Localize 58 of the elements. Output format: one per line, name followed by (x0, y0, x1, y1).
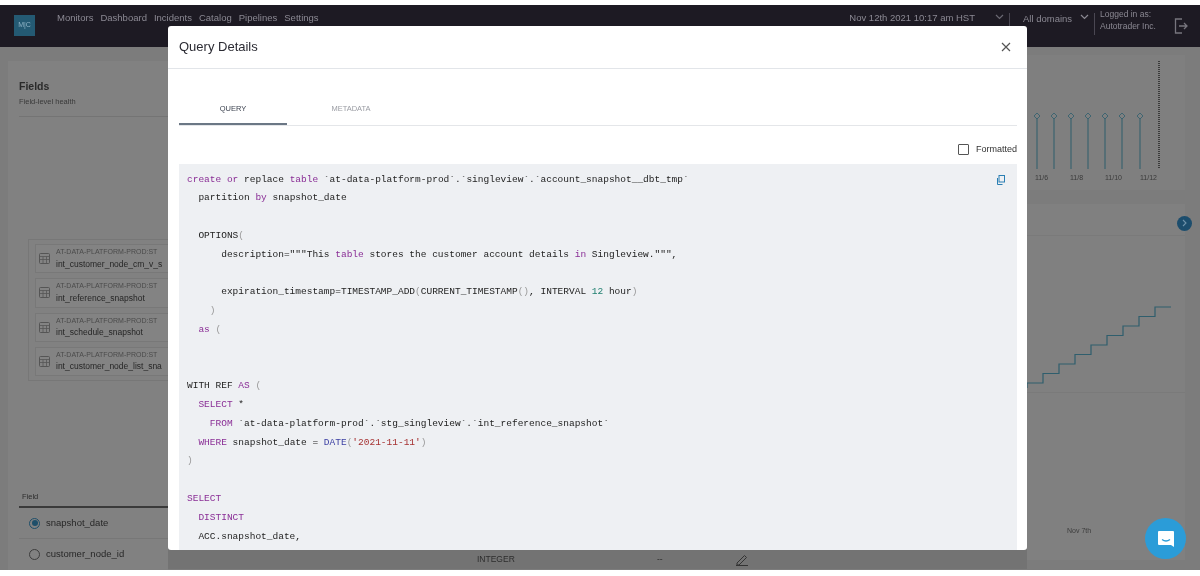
code-line: WHERE snapshot_date = DATE('2021-11-11') (197, 435, 427, 450)
code-line: FROM `at-data-platform-prod`.`stg_singleview`.`int_reference_snapshot` (208, 416, 609, 431)
user-label: Logged in as: (1100, 8, 1153, 20)
table-name: int_reference_snapshot (56, 291, 146, 305)
table-name: int_schedule_snapshot (56, 326, 144, 339)
chat-icon (1156, 529, 1175, 548)
code-line: partition by snapshot_date (197, 191, 347, 206)
code-line: SELECT * (197, 398, 244, 413)
code-line: as ( (197, 322, 222, 337)
table-icon (39, 253, 50, 265)
lollipop-stem (1050, 112, 1058, 170)
field-type: INTEGER (477, 552, 516, 566)
code-line: SELECT (187, 492, 222, 507)
code-line: description="""This table stores the customer account details in Singleview.""", (220, 247, 678, 262)
nav-link[interactable]: Monitors (57, 11, 94, 26)
table-icon (39, 287, 50, 299)
lollipop-stem (1118, 112, 1126, 170)
copy-icon[interactable] (996, 174, 1005, 185)
dialog-title: Query Details (179, 38, 258, 57)
nav-link[interactable]: Settings (284, 11, 319, 26)
chevron-down-icon[interactable] (995, 14, 1004, 20)
panel-title: Fields (19, 79, 51, 94)
domain-selector[interactable]: All domains (1023, 12, 1080, 27)
nav-link[interactable]: Pipelines (238, 11, 278, 26)
close-button[interactable] (999, 40, 1013, 54)
timestamp: Nov 12th 2021 10:17 am HST (849, 11, 975, 25)
lollipop-stem (1067, 112, 1075, 170)
nav-link[interactable]: Dashboard (100, 11, 147, 26)
close-icon (1001, 42, 1011, 52)
lollipop-stem (1084, 112, 1092, 170)
chevron-down-icon[interactable] (1080, 14, 1089, 20)
checkbox-label: Formatted (976, 143, 1017, 156)
lollipop-stem (1136, 112, 1144, 170)
code-line: create or replace table `at-data-platform-prod`.`singleview`.`account_snapshot__dbt_tmp` (187, 172, 689, 187)
user-name: Autotrader Inc. (1100, 20, 1157, 32)
code-line: OPTIONS( (197, 228, 244, 243)
code-line: DISTINCT (197, 510, 244, 525)
pencil-icon[interactable] (735, 552, 749, 566)
checkbox[interactable] (958, 144, 969, 156)
code-line: ACC.snapshot_date, (197, 529, 302, 544)
table-name: int_customer_node_cm_v_s (56, 257, 163, 271)
code-line: expiration_timestamp=TIMESTAMP_ADD(CURRENT_TIMESTAMP(), INTERVAL 12 hour) (220, 285, 638, 300)
next-button[interactable] (1177, 215, 1192, 231)
nav-link[interactable]: Catalog (198, 11, 232, 26)
chevron-right-icon (1181, 219, 1188, 227)
logout-icon[interactable] (1174, 18, 1188, 34)
code-line: WITH REF AS ( (187, 379, 262, 394)
field-name: snapshot_date (46, 515, 109, 530)
table-name: int_customer_node_list_sna (56, 360, 162, 373)
code-line: ) (187, 454, 193, 469)
table-icon (39, 355, 50, 367)
field-name: customer_node_id (46, 547, 125, 562)
lollipop-stem (1033, 112, 1041, 170)
table-icon (39, 321, 50, 333)
lollipop-stem (1101, 112, 1109, 170)
nav-link[interactable]: Incidents (153, 11, 192, 26)
field-value: -- (657, 552, 664, 566)
code-line: ) (208, 304, 216, 319)
